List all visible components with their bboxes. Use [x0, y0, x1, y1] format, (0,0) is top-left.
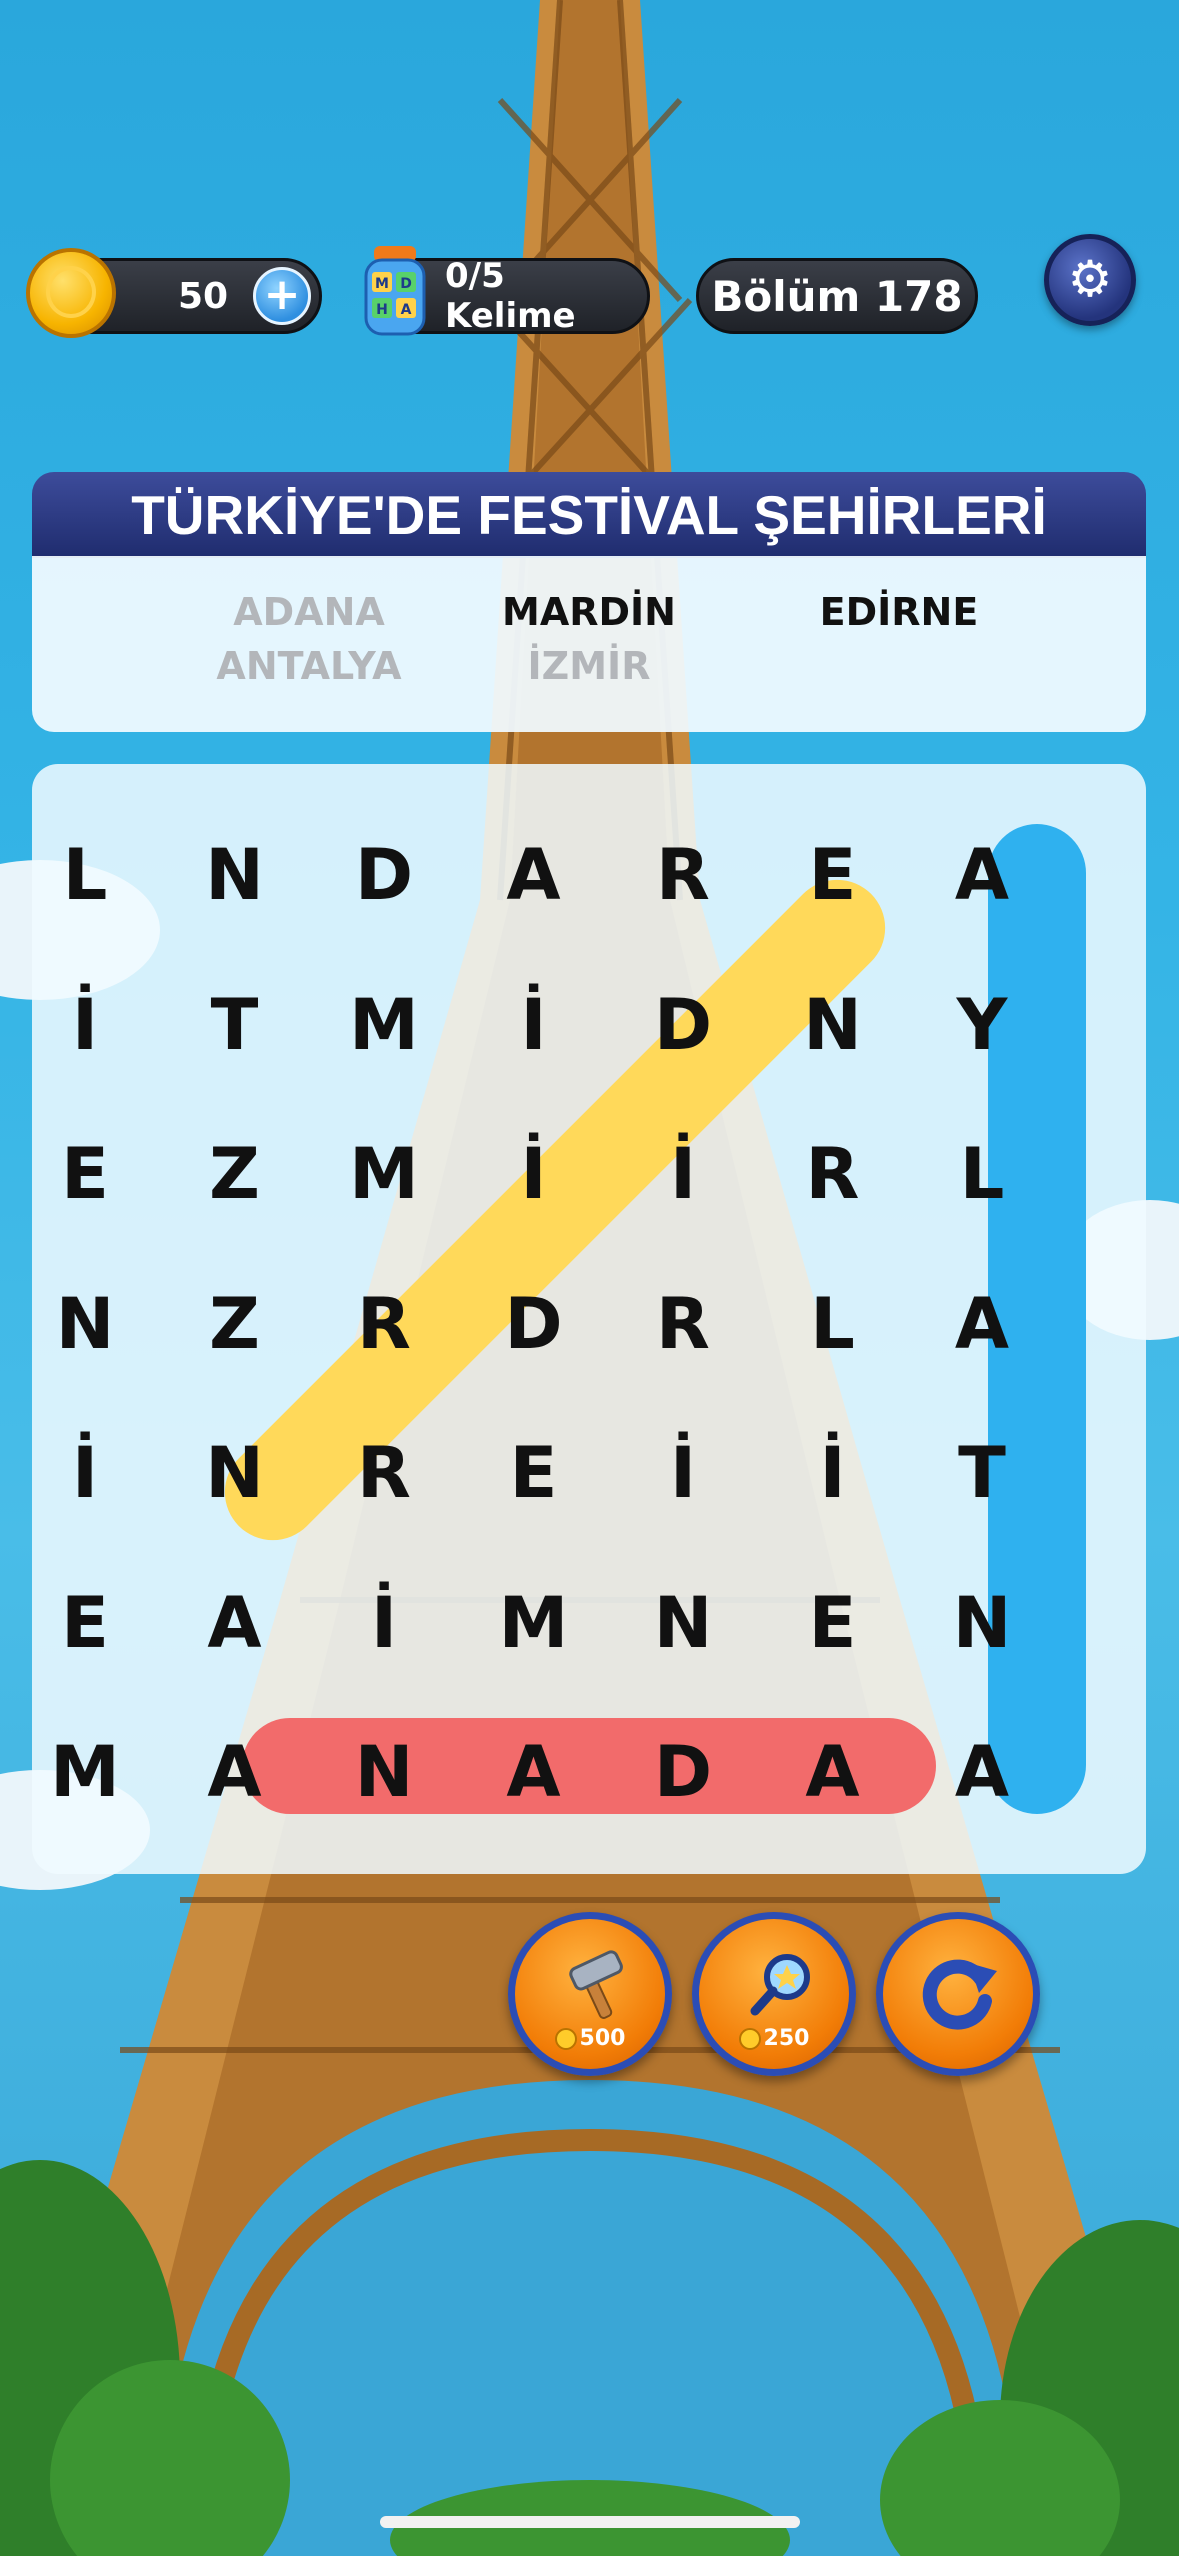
- settings-button[interactable]: ⚙: [1044, 234, 1136, 326]
- grid-cell-r6-c2[interactable]: N: [329, 1717, 439, 1827]
- jar-letter-2: D: [400, 276, 412, 292]
- grid-cell-r1-c0[interactable]: İ: [30, 970, 140, 1080]
- magnifier-icon: [750, 1954, 810, 2016]
- grid-cell-r6-c5[interactable]: A: [778, 1717, 888, 1827]
- words-progress-text: 0/5 Kelime: [445, 256, 576, 336]
- grid-cell-r5-c2[interactable]: İ: [329, 1568, 439, 1678]
- grid-cell-r4-c3[interactable]: E: [479, 1418, 589, 1528]
- level-pill: Bölüm 178: [696, 258, 978, 334]
- hint-powerup-button[interactable]: 250: [692, 1912, 856, 2076]
- grid-cell-r5-c6[interactable]: N: [927, 1568, 1037, 1678]
- grid-cell-r1-c3[interactable]: İ: [479, 970, 589, 1080]
- grid-cell-r1-c1[interactable]: T: [180, 970, 290, 1080]
- word-item-antalya: ANTALYA: [216, 644, 402, 688]
- hint-cost: 250: [699, 2026, 849, 2051]
- hammer-powerup-button[interactable]: 500: [508, 1912, 672, 2076]
- grid-cell-r5-c5[interactable]: E: [778, 1568, 888, 1678]
- grid-cell-r2-c0[interactable]: E: [30, 1119, 140, 1229]
- grid-cell-r1-c5[interactable]: N: [778, 970, 888, 1080]
- grid-cell-r1-c4[interactable]: D: [628, 970, 738, 1080]
- word-item-izmir: İZMİR: [527, 644, 651, 688]
- grid-cell-r5-c0[interactable]: E: [30, 1568, 140, 1678]
- grid-cell-r3-c0[interactable]: N: [30, 1269, 140, 1379]
- grid-cell-r2-c4[interactable]: İ: [628, 1119, 738, 1229]
- grid-cell-r5-c3[interactable]: M: [479, 1568, 589, 1678]
- jar-letter-4: A: [401, 302, 412, 318]
- grid-cell-r6-c6[interactable]: A: [927, 1717, 1037, 1827]
- grid-cell-r5-c4[interactable]: N: [628, 1568, 738, 1678]
- coin-icon: [738, 2028, 761, 2050]
- grid-cell-r4-c1[interactable]: N: [180, 1418, 290, 1528]
- grid-cell-r4-c4[interactable]: İ: [628, 1418, 738, 1528]
- category-title: TÜRKİYE'DE FESTİVAL ŞEHİRLERİ: [32, 472, 1146, 558]
- jar-letter-3: H: [376, 302, 388, 318]
- grid-cell-r0-c5[interactable]: E: [778, 820, 888, 930]
- grid-cell-r2-c6[interactable]: L: [927, 1119, 1037, 1229]
- level-label: Bölüm 178: [711, 271, 963, 321]
- grid-cell-r2-c3[interactable]: İ: [479, 1119, 589, 1229]
- grid-cell-r6-c1[interactable]: A: [180, 1717, 290, 1827]
- grid-cell-r6-c4[interactable]: D: [628, 1717, 738, 1827]
- grid-cell-r4-c2[interactable]: R: [329, 1418, 439, 1528]
- grid-cell-r3-c4[interactable]: R: [628, 1269, 738, 1379]
- grid-cell-r3-c1[interactable]: Z: [180, 1269, 290, 1379]
- grid-cell-r0-c6[interactable]: A: [927, 820, 1037, 930]
- grid-cell-r1-c6[interactable]: Y: [927, 970, 1037, 1080]
- add-coins-button[interactable]: +: [253, 267, 311, 325]
- gear-icon: ⚙: [1067, 250, 1113, 308]
- shuffle-powerup-button[interactable]: [876, 1912, 1040, 2076]
- hammer-cost: 500: [515, 2026, 665, 2051]
- grid-cell-r2-c1[interactable]: Z: [180, 1119, 290, 1229]
- coin-count: 50: [177, 275, 229, 317]
- home-indicator[interactable]: [380, 2516, 800, 2528]
- grid-cell-r2-c5[interactable]: R: [778, 1119, 888, 1229]
- grid-cell-r3-c6[interactable]: A: [927, 1269, 1037, 1379]
- grid-cell-r4-c5[interactable]: İ: [778, 1418, 888, 1528]
- word-list-panel: ADANA MARDİN EDİRNE ANTALYA İZMİR: [32, 556, 1146, 732]
- grid-cell-r6-c0[interactable]: M: [30, 1717, 140, 1827]
- grid-cell-r5-c1[interactable]: A: [180, 1568, 290, 1678]
- grid-cell-r4-c0[interactable]: İ: [30, 1418, 140, 1528]
- grid-cell-r4-c6[interactable]: T: [927, 1418, 1037, 1528]
- grid-cell-r2-c2[interactable]: M: [329, 1119, 439, 1229]
- grid-cell-r3-c3[interactable]: D: [479, 1269, 589, 1379]
- grid-cell-r0-c3[interactable]: A: [479, 820, 589, 930]
- grid-cell-r0-c4[interactable]: R: [628, 820, 738, 930]
- word-jar-icon: M D H A: [364, 246, 426, 336]
- grid-cell-r0-c1[interactable]: N: [180, 820, 290, 930]
- grid-cell-r0-c0[interactable]: L: [30, 820, 140, 930]
- word-item-edirne: EDİRNE: [819, 590, 979, 634]
- refresh-icon: [922, 1959, 997, 2030]
- coin-icon: [554, 2028, 577, 2050]
- grid-cell-r0-c2[interactable]: D: [329, 820, 439, 930]
- hammer-icon: [569, 1950, 623, 2019]
- grid-cell-r3-c2[interactable]: R: [329, 1269, 439, 1379]
- grid-cell-r6-c3[interactable]: A: [479, 1717, 589, 1827]
- word-item-mardin: MARDİN: [502, 590, 676, 634]
- word-item-adana: ADANA: [233, 590, 385, 634]
- jar-letter-1: M: [375, 276, 389, 292]
- grid-cell-r1-c2[interactable]: M: [329, 970, 439, 1080]
- grid-cell-r3-c5[interactable]: L: [778, 1269, 888, 1379]
- coin-icon: [26, 248, 116, 338]
